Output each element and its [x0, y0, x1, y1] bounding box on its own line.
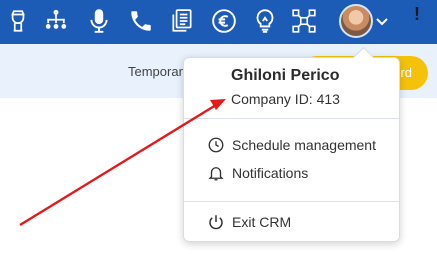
phone-icon[interactable] — [127, 7, 155, 35]
top-navigation-bar: ! — [0, 0, 437, 44]
user-name: Ghiloni Perico — [231, 67, 340, 84]
bell-icon — [206, 163, 226, 183]
notifications-label: Notifications — [232, 165, 309, 181]
chevron-down-icon[interactable] — [375, 15, 389, 29]
building-icon[interactable] — [4, 7, 32, 35]
org-chart-icon[interactable] — [42, 7, 70, 35]
microphone-icon[interactable] — [85, 7, 113, 35]
alert-badge[interactable]: ! — [407, 3, 427, 25]
notice-text: Temporar — [128, 64, 183, 79]
clock-icon — [206, 135, 226, 155]
schedule-management-menu-item[interactable]: Schedule management — [206, 134, 376, 156]
menu-divider — [184, 201, 399, 202]
euro-icon[interactable] — [210, 7, 238, 35]
power-icon — [206, 212, 226, 232]
exit-crm-label: Exit CRM — [232, 214, 292, 230]
documents-icon[interactable] — [168, 7, 196, 35]
network-icon[interactable] — [290, 7, 318, 35]
user-dropdown-menu: Ghiloni Perico Company ID: 413 Schedule … — [183, 57, 400, 242]
schedule-management-label: Schedule management — [232, 137, 376, 153]
exit-crm-menu-item[interactable]: Exit CRM — [206, 211, 291, 233]
lightbulb-icon[interactable] — [251, 7, 279, 35]
company-id: Company ID: 413 — [231, 91, 340, 107]
notifications-menu-item[interactable]: Notifications — [206, 162, 308, 184]
user-avatar[interactable] — [339, 4, 373, 38]
menu-divider — [184, 118, 399, 119]
